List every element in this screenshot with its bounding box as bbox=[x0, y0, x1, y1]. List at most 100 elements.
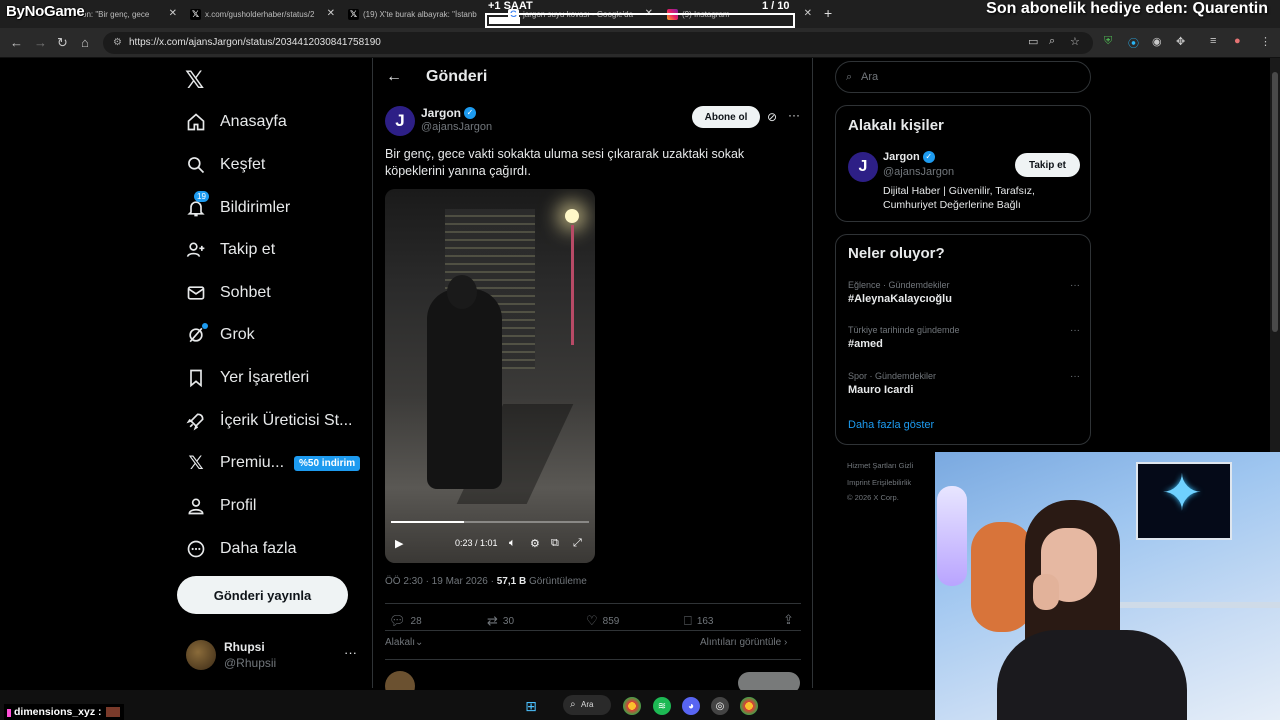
nav-follow[interactable]: Takip et bbox=[186, 235, 275, 265]
close-icon[interactable]: ✕ bbox=[327, 8, 335, 19]
volume-icon[interactable]: 🔈︎ bbox=[509, 537, 516, 550]
more-dots-icon[interactable]: ··· bbox=[1070, 280, 1080, 291]
nav-more[interactable]: Daha fazla bbox=[186, 534, 297, 564]
author-name-text: Jargon bbox=[421, 106, 462, 120]
fullscreen-icon[interactable]: ⤢ bbox=[573, 537, 582, 550]
account-switcher[interactable]: Rhupsi @Rhupsii bbox=[186, 640, 276, 670]
show-more-link[interactable]: Daha fazla göster bbox=[848, 419, 934, 431]
nav-bookmarks[interactable]: Yer İşaretleri bbox=[186, 363, 309, 393]
repost-action[interactable]: ⇄ 30 bbox=[487, 613, 514, 629]
nav-chat[interactable]: Sohbet bbox=[186, 278, 271, 308]
like-action[interactable]: ♡ 859 bbox=[586, 613, 619, 629]
back-arrow-icon[interactable]: ← bbox=[10, 35, 23, 50]
puzzle-icon[interactable]: ✥ bbox=[1176, 35, 1185, 48]
notification-count-badge: 19 bbox=[194, 191, 209, 202]
nav-premium[interactable]: 𝕏 Premiu... %50 indirim bbox=[186, 448, 361, 478]
x-logo-icon[interactable]: 𝕏 bbox=[185, 66, 204, 95]
more-dots-icon[interactable]: ··· bbox=[344, 645, 357, 660]
nav-profile[interactable]: Profil bbox=[186, 491, 256, 521]
reply-action[interactable]: 💬︎ 28 bbox=[389, 613, 422, 629]
author-handle[interactable]: @ajansJargon bbox=[421, 121, 492, 133]
nav-label: Yer İşaretleri bbox=[220, 369, 310, 386]
chrome-icon[interactable] bbox=[623, 697, 641, 715]
tab-2[interactable]: 𝕏 x.com/gusholderhaber/status/2 ✕ bbox=[190, 4, 335, 24]
nav-creator-studio[interactable]: İçerik Üreticisi St... bbox=[186, 406, 352, 436]
close-icon[interactable]: ✕ bbox=[169, 8, 177, 19]
nav-label: Bildirimler bbox=[220, 199, 291, 216]
nav-grok[interactable]: Grok bbox=[186, 320, 255, 350]
related-handle[interactable]: @ajansJargon bbox=[883, 166, 954, 178]
related-dropdown[interactable]: Alakalı⌄ bbox=[385, 637, 423, 648]
reload-icon[interactable]: ↻ bbox=[57, 35, 68, 51]
follow-button[interactable]: Takip et bbox=[1015, 153, 1080, 177]
scrollbar-thumb[interactable] bbox=[1272, 72, 1278, 332]
more-dots-icon[interactable]: ··· bbox=[1070, 371, 1080, 382]
related-avatar[interactable]: J bbox=[848, 152, 878, 182]
stream-brand: ByNoGame bbox=[6, 3, 85, 20]
bookmark-count: 163 bbox=[696, 615, 714, 627]
tab-list-icon[interactable]: ≡ bbox=[1210, 35, 1216, 47]
video-player[interactable]: ▶ 0:23 / 1:01 🔈︎ ⚙ ⧉ ⤢ bbox=[385, 189, 595, 563]
nav-home[interactable]: Anasayfa bbox=[186, 107, 287, 137]
tab-3-title: (19) X'te burak albayrak: "İstanb bbox=[363, 9, 477, 19]
video-progress-bar[interactable] bbox=[391, 521, 589, 523]
play-icon[interactable]: ▶ bbox=[395, 537, 403, 550]
forward-arrow-icon[interactable]: → bbox=[34, 35, 47, 50]
close-icon[interactable]: ✕ bbox=[804, 8, 812, 19]
menu-dots-icon[interactable]: ⋮ bbox=[1260, 35, 1271, 48]
more-dots-icon[interactable]: ··· bbox=[1070, 325, 1080, 336]
shield-icon[interactable]: ⛨ bbox=[1104, 35, 1112, 48]
post-time[interactable]: ÖÖ 2:30 · 19 Mar 2026 · bbox=[385, 576, 494, 587]
post-button[interactable]: Gönderi yayınla bbox=[177, 576, 348, 614]
account-name: Rhupsi bbox=[224, 640, 265, 654]
nav-label: Sohbet bbox=[220, 284, 271, 301]
footer-links[interactable]: Hizmet Şartları Gizli bbox=[847, 461, 913, 470]
bookmark-icon bbox=[186, 368, 206, 388]
author-name[interactable]: Jargon ✓ bbox=[421, 106, 477, 120]
search-input[interactable]: ⌕ Ara bbox=[835, 61, 1091, 93]
more-dots-icon[interactable]: ··· bbox=[788, 108, 800, 122]
bookmark-star-icon[interactable]: ☆ bbox=[1070, 35, 1080, 48]
tab-2-title: x.com/gusholderhaber/status/2 bbox=[205, 9, 315, 19]
trend-item[interactable]: Spor · Gündemdekiler Mauro Icardi ··· bbox=[848, 371, 1080, 396]
divider bbox=[385, 630, 801, 631]
extension-icon[interactable]: ◉ bbox=[1152, 35, 1162, 48]
trend-item[interactable]: Eğlence · Gündemdekiler #AleynaKalaycıoğ… bbox=[848, 280, 1080, 305]
tab-1[interactable]: on: "Bir genç, gece ✕ bbox=[82, 4, 177, 24]
pip-icon[interactable]: ⧉ bbox=[551, 537, 559, 550]
nav-notifications[interactable]: 19 Bildirimler bbox=[186, 191, 291, 223]
account-handle: @Rhupsii bbox=[224, 656, 277, 670]
profile-avatar-icon[interactable]: ● bbox=[1234, 35, 1241, 47]
view-quotes-link[interactable]: Alıntıları görüntüle › bbox=[700, 637, 787, 648]
back-arrow-icon[interactable]: ← bbox=[386, 68, 402, 86]
page-title: Gönderi bbox=[426, 68, 488, 85]
divider bbox=[385, 659, 801, 660]
zoom-icon[interactable]: ⌕ bbox=[1049, 35, 1055, 48]
bookmark-action[interactable]: ⎕ 163 bbox=[684, 613, 714, 629]
new-dot bbox=[202, 323, 208, 329]
home-icon[interactable]: ⌂ bbox=[81, 35, 89, 50]
author-avatar[interactable]: J bbox=[385, 106, 415, 136]
install-icon[interactable]: ▭ bbox=[1028, 35, 1038, 48]
tab-3[interactable]: 𝕏 (19) X'te burak albayrak: "İstanb bbox=[348, 4, 483, 24]
windows-start-icon[interactable]: ⊞ bbox=[522, 697, 540, 715]
share-icon[interactable]: ⇪ bbox=[783, 612, 794, 628]
url-field[interactable]: ⚙ https://x.com/ajansJargon/status/20344… bbox=[103, 32, 1093, 54]
tab-bar: on: "Bir genç, gece ✕ 𝕏 x.com/gusholderh… bbox=[0, 0, 1280, 28]
nav-explore[interactable]: Keşfet bbox=[186, 150, 265, 180]
discord-icon[interactable]: ◕ bbox=[682, 697, 700, 715]
footer-links[interactable]: Imprint Erişilebilirlik bbox=[847, 478, 911, 487]
chrome-icon[interactable] bbox=[740, 697, 758, 715]
obs-icon[interactable]: ◎ bbox=[711, 697, 729, 715]
taskbar-search[interactable]: Ara bbox=[563, 695, 611, 715]
spotify-icon[interactable]: ≋ bbox=[653, 697, 671, 715]
subscribe-button[interactable]: Abone ol bbox=[692, 106, 760, 128]
related-name[interactable]: Jargon ✓ bbox=[883, 151, 935, 163]
extension-icon[interactable]: ⦿ bbox=[1128, 35, 1139, 51]
settings-icon[interactable]: ⚙ bbox=[530, 537, 540, 550]
grok-explain-icon[interactable]: ⊘ bbox=[767, 110, 777, 124]
post-meta: ÖÖ 2:30 · 19 Mar 2026 · 57,1 B Görüntüle… bbox=[385, 576, 587, 587]
site-settings-icon[interactable]: ⚙ bbox=[113, 32, 122, 54]
trend-item[interactable]: Türkiye tarihinde gündemde #amed ··· bbox=[848, 325, 1080, 350]
new-tab-button[interactable]: + bbox=[824, 5, 832, 21]
